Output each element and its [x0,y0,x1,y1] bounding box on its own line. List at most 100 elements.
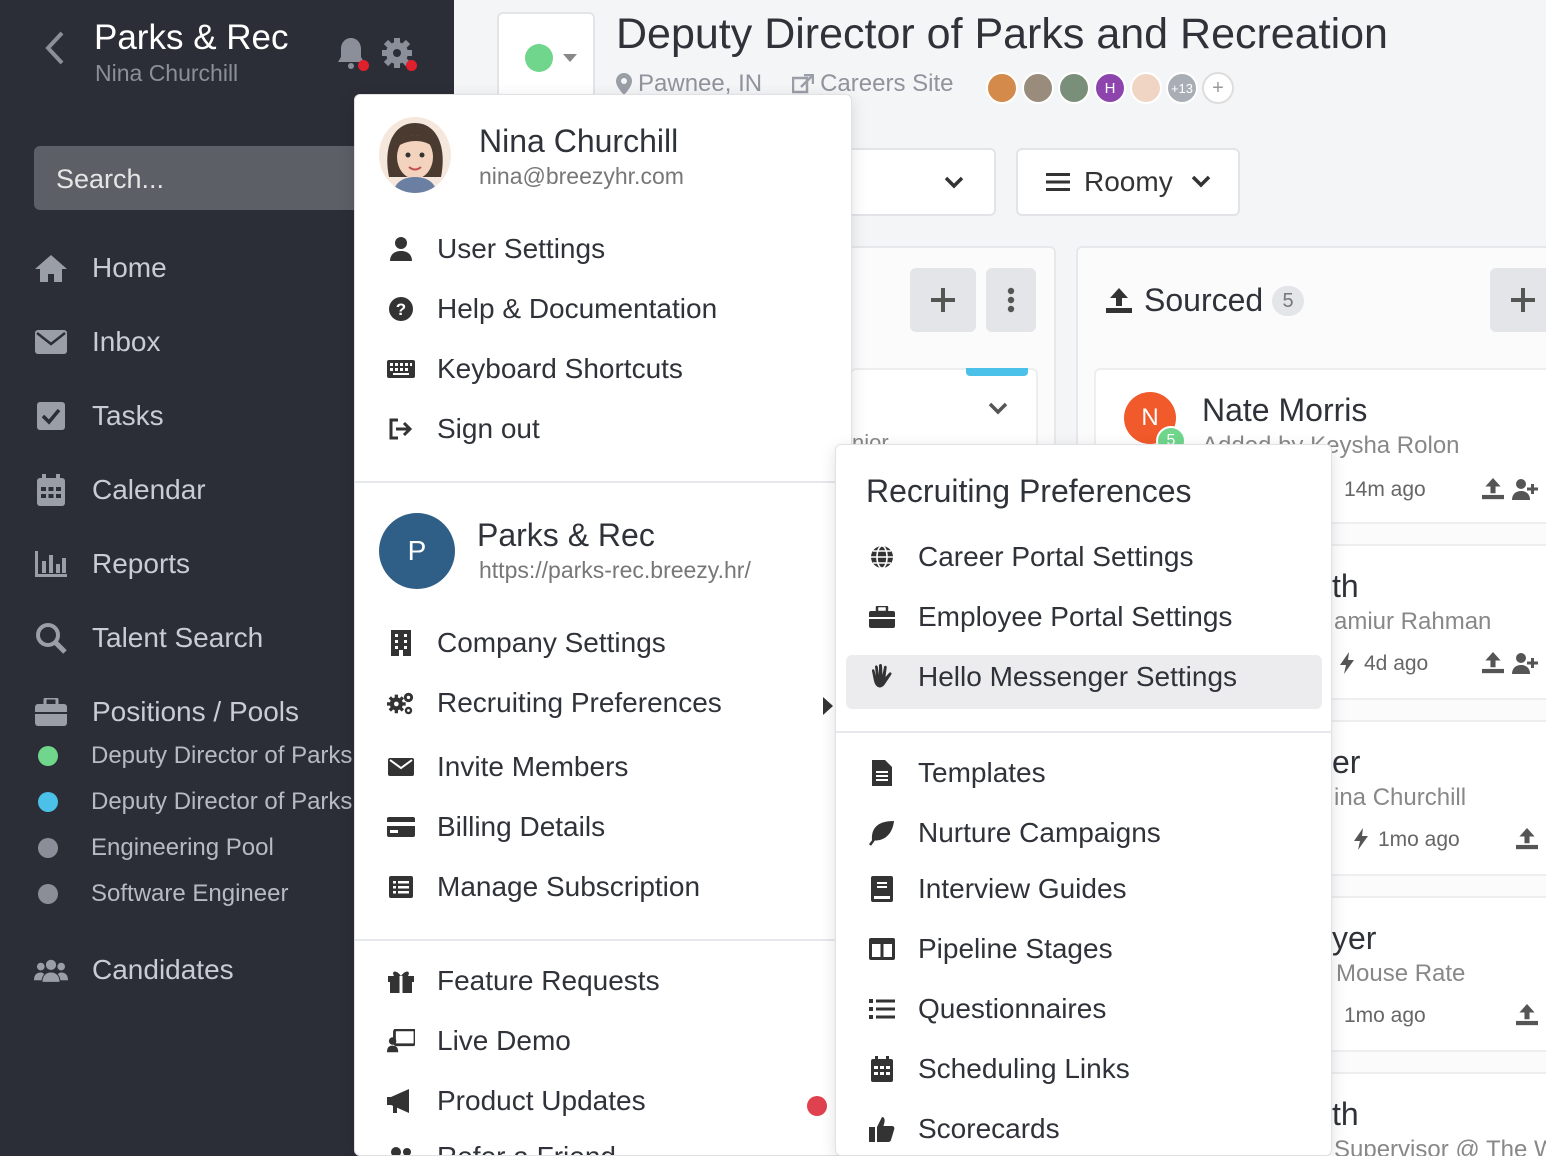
avatar[interactable] [1130,72,1162,104]
file-text-icon [868,759,896,787]
back-chevron-icon[interactable] [40,30,70,66]
map-pin-icon [616,73,632,95]
notification-dot [807,1096,827,1116]
menu-billing-details[interactable]: Billing Details [387,811,605,843]
magnifier-icon [34,621,68,655]
menu-item-label: Live Demo [437,1025,571,1056]
user-menu: Nina Churchill nina@breezyhr.com User Se… [354,94,852,1156]
add-candidate-button[interactable] [910,268,976,332]
upload-icon[interactable] [1516,828,1538,850]
upload-icon[interactable] [1482,652,1504,674]
menu-item-label: Product Updates [437,1085,646,1116]
nav-reports[interactable]: Reports [34,544,190,584]
upload-icon [1106,288,1132,313]
menu-live-demo[interactable]: Live Demo [387,1025,571,1057]
nav-positions-label: Positions / Pools [92,696,299,727]
add-user-icon[interactable] [1512,652,1538,674]
nav-tasks[interactable]: Tasks [34,396,164,436]
menu-hello-messenger-settings[interactable]: Hello Messenger Settings [868,661,1237,693]
nav-candidates[interactable]: Candidates [34,950,234,990]
view-density-dropdown[interactable]: Roomy [1016,148,1240,216]
more-members-badge[interactable]: +13 [1166,72,1198,104]
menu-templates[interactable]: Templates [868,757,1046,789]
bolt-icon [1340,652,1354,674]
menu-invite-members[interactable]: Invite Members [387,751,628,783]
menu-item-label: User Settings [437,233,606,264]
nav-home[interactable]: Home [34,248,167,288]
divider [836,731,1331,733]
sign-out-icon [387,415,415,443]
menu-company-settings[interactable]: Company Settings [387,627,666,659]
nav-reports-label: Reports [92,548,191,579]
plus-icon [1511,288,1535,312]
envelope-icon [387,753,415,781]
org-name: Parks & Rec [94,18,289,57]
avatar[interactable] [1022,72,1054,104]
avatar[interactable]: H [1094,72,1126,104]
menu-interview-guides[interactable]: Interview Guides [868,873,1127,905]
nav-talent-search[interactable]: Talent Search [34,618,263,658]
column-options-button[interactable] [986,268,1036,332]
menu-item-label: Templates [918,757,1046,788]
menu-keyboard-shortcuts[interactable]: Keyboard Shortcuts [387,353,683,385]
bell-icon[interactable] [336,36,370,71]
menu-scheduling-links[interactable]: Scheduling Links [868,1053,1130,1085]
menu-item-label: Sign out [437,413,540,444]
menu-feature-requests[interactable]: Feature Requests [387,965,660,997]
envelope-icon [34,325,68,359]
menu-user-settings[interactable]: User Settings [387,233,605,265]
menu-product-updates[interactable]: Product Updates [387,1085,827,1117]
candidate-source: Mouse Rate [1336,960,1466,987]
view-density-label: Roomy [1084,166,1173,197]
menu-sign-out[interactable]: Sign out [387,413,540,445]
gear-icon[interactable] [380,36,417,71]
user-icon [387,235,415,263]
menu-item-label: Manage Subscription [437,871,701,902]
add-member-button[interactable]: + [1202,72,1234,104]
team-avatars[interactable]: H +13 + [986,72,1238,104]
menu-item-label: Scheduling Links [918,1053,1130,1084]
filter-dropdown[interactable] [840,148,996,216]
position-item[interactable]: Engineering Pool [38,834,274,862]
upload-icon[interactable] [1516,1004,1538,1026]
menu-career-portal-settings[interactable]: Career Portal Settings [868,541,1193,573]
menu-item-label: Invite Members [437,751,629,782]
search-input[interactable]: Search... [34,146,374,210]
add-candidate-button[interactable] [1490,268,1546,332]
position-status-dropdown[interactable] [497,12,595,104]
menu-nurture-campaigns[interactable]: Nurture Campaigns [868,817,1161,849]
menu-pipeline-stages[interactable]: Pipeline Stages [868,933,1113,965]
users-icon [387,1143,415,1155]
add-user-icon[interactable] [1512,478,1538,500]
nav-talent-search-label: Talent Search [92,622,264,653]
nav-calendar[interactable]: Calendar [34,470,206,510]
avatar[interactable] [986,72,1018,104]
candidate-time: 4d ago [1364,652,1429,675]
nav-tasks-label: Tasks [92,400,164,431]
menu-help[interactable]: ? Help & Documentation [387,293,717,325]
nav-inbox[interactable]: Inbox [34,322,161,362]
position-item[interactable]: Software Engineer [38,880,288,908]
book-icon [868,875,896,903]
menu-recruiting-preferences[interactable]: Recruiting Preferences [387,687,833,719]
menu-item-label: Recruiting Preferences [437,687,722,718]
avatar[interactable] [1058,72,1090,104]
submenu-title: Recruiting Preferences [866,473,1192,509]
menu-employee-portal-settings[interactable]: Employee Portal Settings [868,601,1232,633]
menu-item-label: Billing Details [437,811,606,842]
menu-questionnaires[interactable]: Questionnaires [868,993,1106,1025]
candidate-name: th [1332,1096,1359,1132]
list-alt-icon [387,873,415,901]
chevron-down-icon [1191,175,1210,188]
card-accent [966,368,1028,376]
upload-icon[interactable] [1482,478,1504,500]
briefcase-icon [34,695,68,729]
menu-manage-subscription[interactable]: Manage Subscription [387,871,700,903]
status-dot [38,838,58,858]
menu-scorecards[interactable]: Scorecards [868,1113,1060,1145]
candidate-time: 1mo ago [1344,1004,1426,1027]
hand-wave-icon [868,663,896,691]
menu-refer-friend[interactable]: Refer a Friend [387,1141,616,1155]
nav-positions[interactable]: Positions / Pools [34,692,299,732]
divider [355,481,851,483]
